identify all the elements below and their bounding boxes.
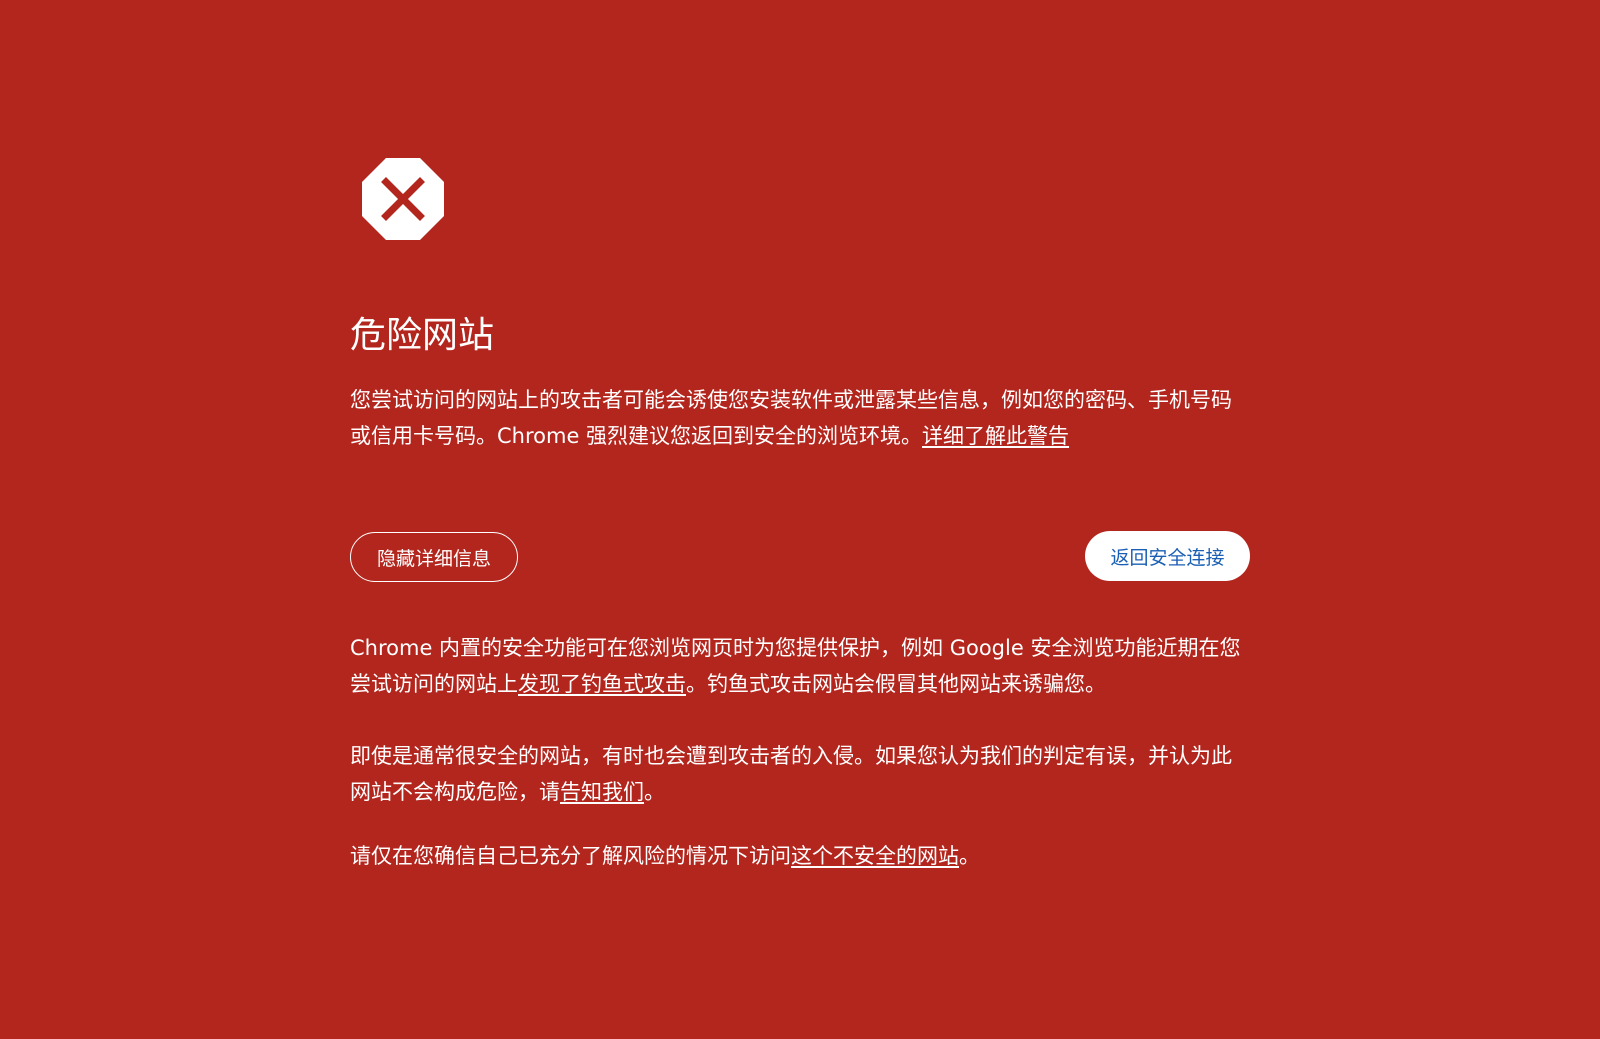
page-title: 危险网站 <box>350 315 495 356</box>
proceed-unsafe-link[interactable]: 这个不安全的网站 <box>791 844 959 868</box>
intro-text: 您尝试访问的网站上的攻击者可能会诱使您安装软件或泄露某些信息，例如您的密码、手机… <box>350 388 1232 448</box>
hide-details-button[interactable]: 隐藏详细信息 <box>350 532 518 582</box>
learn-more-link[interactable]: 详细了解此警告 <box>922 424 1069 448</box>
details-text-3: 请仅在您确信自己已充分了解风险的情况下访问 <box>350 844 791 868</box>
details-text-3-end: 。 <box>959 844 980 868</box>
phishing-found-link[interactable]: 发现了钓鱼式攻击 <box>518 672 686 696</box>
details-text-1-end: 。钓鱼式攻击网站会假冒其他网站来诱骗您。 <box>686 672 1106 696</box>
details-paragraph-3: 请仅在您确信自己已充分了解风险的情况下访问这个不安全的网站。 <box>350 838 1250 874</box>
details-paragraph-2: 即使是通常很安全的网站，有时也会遭到攻击者的入侵。如果您认为我们的判定有误，并认… <box>350 738 1250 810</box>
back-to-safety-button[interactable]: 返回安全连接 <box>1085 531 1250 581</box>
intro-paragraph: 您尝试访问的网站上的攻击者可能会诱使您安装软件或泄露某些信息，例如您的密码、手机… <box>350 382 1250 454</box>
stop-sign-icon <box>362 158 444 240</box>
interstitial-page: { "page": { "background_color": "#b3261e… <box>0 0 1600 1039</box>
report-error-link[interactable]: 告知我们 <box>560 780 644 804</box>
details-text-2-end: 。 <box>644 780 665 804</box>
details-text-2: 即使是通常很安全的网站，有时也会遭到攻击者的入侵。如果您认为我们的判定有误，并认… <box>350 744 1232 804</box>
details-paragraph-1: Chrome 内置的安全功能可在您浏览网页时为您提供保护，例如 Google 安… <box>350 630 1250 702</box>
